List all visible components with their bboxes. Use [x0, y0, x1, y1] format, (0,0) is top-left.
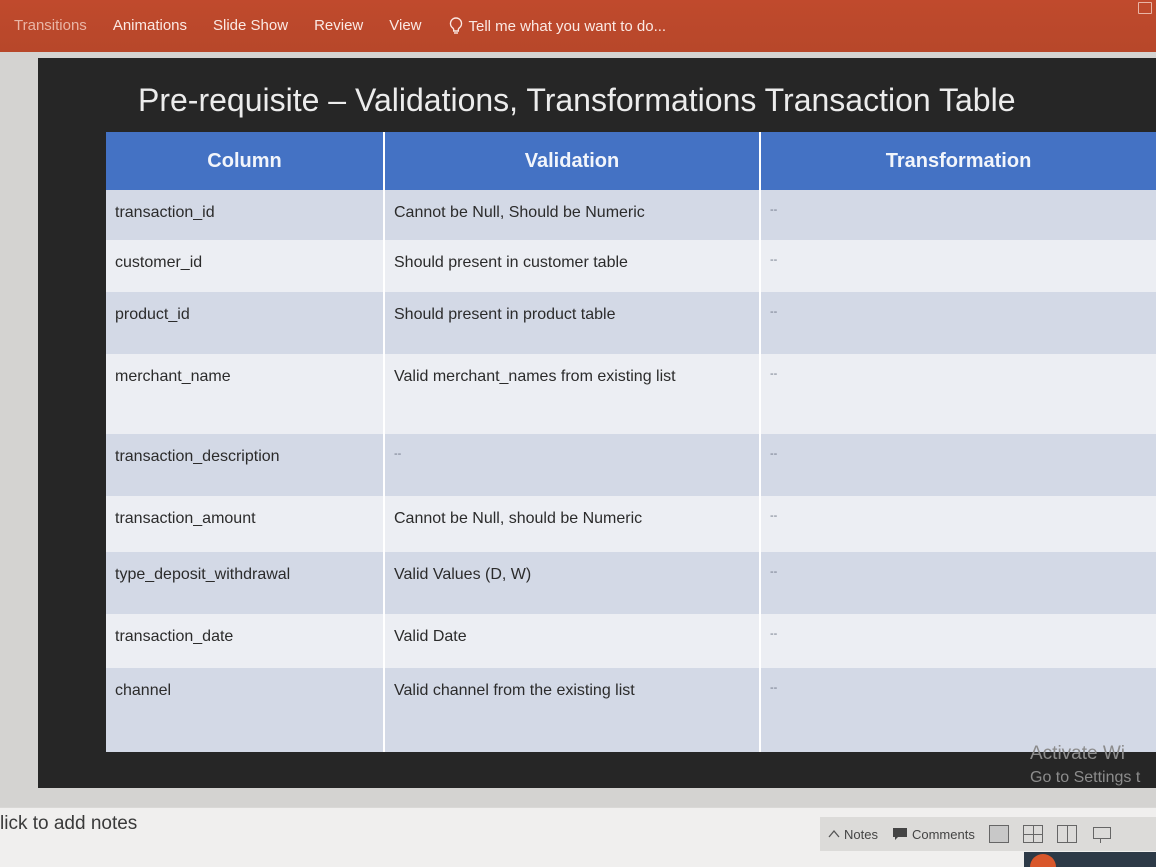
cell-transformation: --	[760, 190, 1156, 240]
tab-view[interactable]: View	[389, 17, 421, 35]
slide-title[interactable]: Pre-requisite – Validations, Transformat…	[138, 82, 1138, 119]
slideshow-icon[interactable]	[1091, 825, 1111, 843]
table-row: transaction_id Cannot be Null, Should be…	[106, 190, 1156, 240]
table-row: transaction_amount Cannot be Null, shoul…	[106, 496, 1156, 552]
cell-column: product_id	[106, 292, 385, 354]
lightbulb-icon	[448, 17, 464, 35]
ribbon-tabs: Transitions Animations Slide Show Review…	[14, 17, 666, 35]
tell-me-search[interactable]: Tell me what you want to do...	[448, 17, 667, 35]
notes-label: Notes	[844, 826, 878, 842]
notes-icon	[828, 829, 840, 838]
table-row: type_deposit_withdrawal Valid Values (D,…	[106, 552, 1156, 614]
activate-windows-watermark: Activate Wi Go to Settings t	[1030, 742, 1140, 790]
tab-transitions[interactable]: Transitions	[14, 17, 87, 35]
cell-validation: Should present in customer table	[384, 240, 761, 292]
table-row: product_id Should present in product tab…	[106, 292, 1156, 354]
cell-transformation: --	[760, 292, 1156, 354]
slide-editor: Pre-requisite – Validations, Transformat…	[0, 52, 1156, 807]
restore-window-icon[interactable]	[1138, 2, 1152, 14]
cell-column: customer_id	[106, 240, 385, 292]
status-bar: Notes Comments	[820, 817, 1156, 851]
settings-line: Go to Settings t	[1030, 769, 1141, 786]
table-row: transaction_description -- --	[106, 434, 1156, 496]
ribbon: Transitions Animations Slide Show Review…	[0, 0, 1156, 52]
table-header-row: Column Validation Transformation	[106, 132, 1156, 190]
comments-label: Comments	[911, 826, 975, 842]
normal-view-icon[interactable]	[988, 825, 1009, 843]
cell-column: channel	[106, 668, 385, 752]
cell-column: type_deposit_withdrawal	[106, 552, 385, 614]
notes-button[interactable]: Notes	[828, 827, 878, 842]
taskbar-app-icon[interactable]	[1030, 854, 1056, 867]
cell-transformation: --	[760, 240, 1156, 292]
tab-review[interactable]: Review	[314, 17, 363, 35]
cell-transformation: --	[760, 668, 1156, 752]
slide-sorter-icon[interactable]	[1022, 825, 1043, 843]
taskbar-strip	[1024, 852, 1156, 867]
cell-column: transaction_date	[106, 614, 385, 668]
cell-transformation: --	[760, 614, 1156, 668]
cell-transformation: --	[760, 434, 1156, 496]
validation-table[interactable]: Column Validation Transformation transac…	[106, 132, 1156, 752]
header-column: Column	[106, 132, 385, 190]
cell-validation: Cannot be Null, Should be Numeric	[384, 190, 761, 240]
slide-canvas[interactable]: Pre-requisite – Validations, Transformat…	[38, 58, 1156, 788]
cell-transformation: --	[760, 354, 1156, 434]
tell-me-text: Tell me what you want to do...	[468, 17, 667, 35]
header-transformation: Transformation	[760, 132, 1156, 190]
reading-view-icon[interactable]	[1056, 825, 1077, 843]
notes-placeholder[interactable]: lick to add notes	[0, 813, 137, 835]
cell-column: merchant_name	[106, 354, 385, 434]
cell-validation: Cannot be Null, should be Numeric	[384, 496, 761, 552]
activate-line: Activate Wi	[1030, 743, 1126, 764]
cell-validation: Valid Date	[384, 614, 761, 668]
table-row: channel Valid channel from the existing …	[106, 668, 1156, 752]
cell-validation: Valid Values (D, W)	[384, 552, 761, 614]
comments-button[interactable]: Comments	[892, 827, 975, 842]
cell-validation: --	[384, 434, 761, 496]
table-row: customer_id Should present in customer t…	[106, 240, 1156, 292]
header-validation: Validation	[384, 132, 761, 190]
tab-slide-show[interactable]: Slide Show	[213, 17, 288, 35]
cell-validation: Valid channel from the existing list	[384, 668, 761, 752]
tab-animations[interactable]: Animations	[113, 17, 187, 35]
cell-transformation: --	[760, 496, 1156, 552]
cell-column: transaction_description	[106, 434, 385, 496]
table-row: merchant_name Valid merchant_names from …	[106, 354, 1156, 434]
cell-validation: Should present in product table	[384, 292, 761, 354]
cell-column: transaction_id	[106, 190, 385, 240]
table-row: transaction_date Valid Date --	[106, 614, 1156, 668]
comments-icon	[892, 828, 907, 840]
cell-column: transaction_amount	[106, 496, 385, 552]
cell-validation: Valid merchant_names from existing list	[384, 354, 761, 434]
cell-transformation: --	[760, 552, 1156, 614]
